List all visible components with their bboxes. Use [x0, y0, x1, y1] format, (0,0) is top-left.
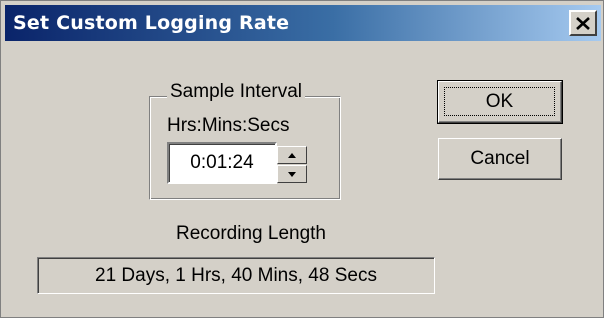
recording-length-value: 21 Days, 1 Hrs, 40 Mins, 48 Secs [37, 257, 435, 294]
sample-interval-label: Sample Interval [167, 81, 306, 103]
sample-interval-input[interactable]: 0:01:24 [167, 142, 277, 184]
title-bar[interactable]: Set Custom Logging Rate [5, 5, 601, 41]
close-button[interactable] [569, 10, 597, 36]
interval-spinner [277, 146, 307, 183]
ok-button-label: OK [444, 87, 555, 116]
spin-down-button[interactable] [277, 165, 307, 183]
window-title: Set Custom Logging Rate [13, 12, 290, 34]
arrow-down-icon [288, 171, 296, 177]
time-format-label: Hrs:Mins:Secs [167, 115, 290, 136]
recording-length-label: Recording Length [176, 223, 326, 244]
dialog-window: Set Custom Logging Rate Sample Interval … [0, 0, 604, 318]
spin-up-button[interactable] [277, 146, 307, 164]
close-icon [576, 16, 590, 30]
cancel-button[interactable]: Cancel [438, 138, 562, 180]
arrow-up-icon [288, 152, 296, 158]
ok-button[interactable]: OK [437, 80, 563, 124]
